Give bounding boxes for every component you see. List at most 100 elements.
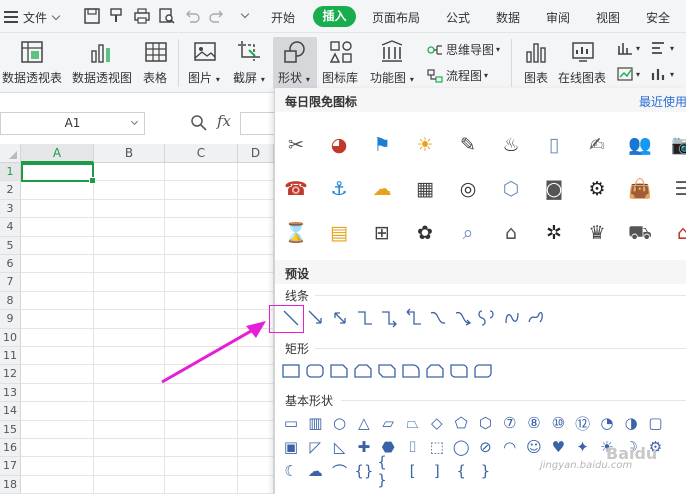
- free-icon-1-9[interactable]: ☰: [670, 176, 686, 202]
- rectangle-shape-1[interactable]: [304, 360, 326, 382]
- table-button[interactable]: 表格: [143, 69, 167, 86]
- free-icon-2-9[interactable]: ⌂: [670, 220, 686, 246]
- rectangle-shape-6[interactable]: [424, 360, 446, 382]
- basic-shape-1-3[interactable]: ✚: [353, 436, 375, 458]
- tab-page-layout[interactable]: 页面布局: [372, 9, 420, 26]
- row-header-8[interactable]: 8: [0, 291, 21, 311]
- save-icon[interactable]: [83, 7, 101, 25]
- free-icon-1-0[interactable]: ☎: [283, 176, 309, 202]
- pivot-chart-button[interactable]: 数据透视图: [72, 69, 132, 86]
- free-icon-2-5[interactable]: ⌂: [498, 220, 524, 246]
- pivot-table-button[interactable]: 数据透视表: [2, 69, 62, 86]
- free-icon-0-4[interactable]: ✎: [455, 132, 481, 158]
- line-shape-2[interactable]: [329, 307, 351, 329]
- free-icon-1-3[interactable]: ▦: [412, 176, 438, 202]
- line-shape-8[interactable]: [476, 307, 498, 329]
- basic-shape-0-12[interactable]: ⑫: [572, 412, 594, 434]
- basic-shape-1-6[interactable]: ⬚: [426, 436, 448, 458]
- tab-security[interactable]: 安全: [646, 9, 670, 26]
- basic-shape-0-15[interactable]: ▢: [645, 412, 667, 434]
- free-icon-0-0[interactable]: ✂: [283, 132, 309, 158]
- basic-shape-2-1[interactable]: ☁: [304, 460, 326, 482]
- row-header-17[interactable]: 17: [0, 457, 21, 476]
- tab-home[interactable]: 开始: [271, 9, 295, 26]
- bar-chart-dropdown[interactable]: ▾: [651, 41, 674, 55]
- row-header-14[interactable]: 14: [0, 402, 21, 421]
- free-icon-2-4[interactable]: ⌕: [455, 220, 481, 246]
- line-chart-dropdown[interactable]: ▾: [617, 67, 640, 81]
- row-header-15[interactable]: 15: [0, 420, 21, 439]
- free-icon-2-1[interactable]: ▤: [326, 220, 352, 246]
- free-icon-2-3[interactable]: ✿: [412, 220, 438, 246]
- name-box[interactable]: A1: [0, 112, 145, 135]
- basic-shape-2-8[interactable]: }: [474, 460, 496, 482]
- column-header-c[interactable]: C: [165, 144, 238, 163]
- column-chart-dropdown[interactable]: ▾: [617, 41, 640, 55]
- basic-shape-1-1[interactable]: ◸: [304, 436, 326, 458]
- free-icon-0-7[interactable]: ✍: [584, 132, 610, 158]
- mind-map-button[interactable]: 思维导图 ▾: [427, 41, 500, 58]
- chart-button[interactable]: 图表: [524, 69, 548, 86]
- rectangle-shape-3[interactable]: [352, 360, 374, 382]
- spreadsheet-grid[interactable]: A B C D 1 2 3 4 5 6 7 8 9 10 11 12 13 14 15 16 17 18: [0, 144, 274, 494]
- free-icon-0-2[interactable]: ⚑: [369, 132, 395, 158]
- basic-shape-1-11[interactable]: ♥: [547, 436, 569, 458]
- free-icon-2-6[interactable]: ✲: [541, 220, 567, 246]
- free-icon-0-3[interactable]: ☀: [412, 132, 438, 158]
- basic-shape-0-11[interactable]: ⑩: [547, 412, 569, 434]
- rectangle-shape-5[interactable]: [400, 360, 422, 382]
- row-header-6[interactable]: 6: [0, 255, 21, 274]
- line-shape-3[interactable]: [354, 307, 376, 329]
- print-icon[interactable]: [133, 7, 151, 25]
- basic-shape-0-3[interactable]: △: [353, 412, 375, 434]
- basic-shape-1-5[interactable]: ⌷: [402, 436, 424, 458]
- line-shape-9[interactable]: [501, 307, 523, 329]
- basic-shape-2-3[interactable]: {}: [353, 460, 375, 482]
- basic-shape-0-6[interactable]: ◇: [426, 412, 448, 434]
- free-icon-2-8[interactable]: ⛟: [627, 220, 653, 246]
- tab-formulas[interactable]: 公式: [446, 9, 470, 26]
- free-icon-1-7[interactable]: ⚙: [584, 176, 610, 202]
- basic-shape-0-7[interactable]: ⬠: [450, 412, 472, 434]
- flowchart-button[interactable]: 流程图 ▾: [427, 67, 488, 84]
- basic-shape-0-1[interactable]: ▥: [304, 412, 326, 434]
- tab-insert[interactable]: 插入: [313, 6, 356, 27]
- line-shape-6[interactable]: [427, 307, 449, 329]
- row-header-11[interactable]: 11: [0, 347, 21, 366]
- screenshot-button[interactable]: 截屏 ▾: [233, 69, 265, 86]
- row-header-5[interactable]: 5: [0, 236, 21, 255]
- function-chart-button[interactable]: 功能图 ▾: [370, 69, 414, 86]
- basic-shape-0-9[interactable]: ⑦: [499, 412, 521, 434]
- free-icon-2-0[interactable]: ⌛: [283, 220, 309, 246]
- row-header-16[interactable]: 16: [0, 439, 21, 458]
- rectangle-shape-4[interactable]: [376, 360, 398, 382]
- quick-access-more-icon[interactable]: [240, 9, 250, 19]
- print-preview-icon[interactable]: [158, 7, 176, 25]
- basic-shape-0-5[interactable]: ⏢: [402, 412, 424, 434]
- basic-shape-1-10[interactable]: ☺: [523, 436, 545, 458]
- selected-cell-a1[interactable]: [21, 163, 96, 184]
- free-icon-0-6[interactable]: ▯: [541, 132, 567, 158]
- basic-shape-0-4[interactable]: ▱: [377, 412, 399, 434]
- rectangle-shape-2[interactable]: [328, 360, 350, 382]
- line-shape-4[interactable]: [378, 307, 400, 329]
- basic-shape-1-8[interactable]: ⊘: [474, 436, 496, 458]
- basic-shape-0-10[interactable]: ⑧: [523, 412, 545, 434]
- row-header-9[interactable]: 9: [0, 310, 21, 329]
- column-header-a[interactable]: A: [21, 144, 94, 163]
- picture-button[interactable]: 图片 ▾: [188, 69, 220, 86]
- redo-icon[interactable]: [208, 7, 226, 25]
- free-icon-2-7[interactable]: ♛: [584, 220, 610, 246]
- basic-shape-0-0[interactable]: ▭: [280, 412, 302, 434]
- tab-data[interactable]: 数据: [496, 9, 520, 26]
- rectangle-shape-0[interactable]: [280, 360, 302, 382]
- basic-shape-2-6[interactable]: ]: [426, 460, 448, 482]
- online-chart-button[interactable]: 在线图表: [558, 69, 606, 86]
- free-icon-1-6[interactable]: ◙: [541, 176, 567, 202]
- free-icon-0-9[interactable]: 📷: [670, 132, 686, 158]
- row-header-4[interactable]: 4: [0, 218, 21, 237]
- free-icon-0-5[interactable]: ♨: [498, 132, 524, 158]
- basic-shape-0-8[interactable]: ⬡: [474, 412, 496, 434]
- basic-shape-2-5[interactable]: [: [402, 460, 424, 482]
- basic-shape-2-7[interactable]: {: [450, 460, 472, 482]
